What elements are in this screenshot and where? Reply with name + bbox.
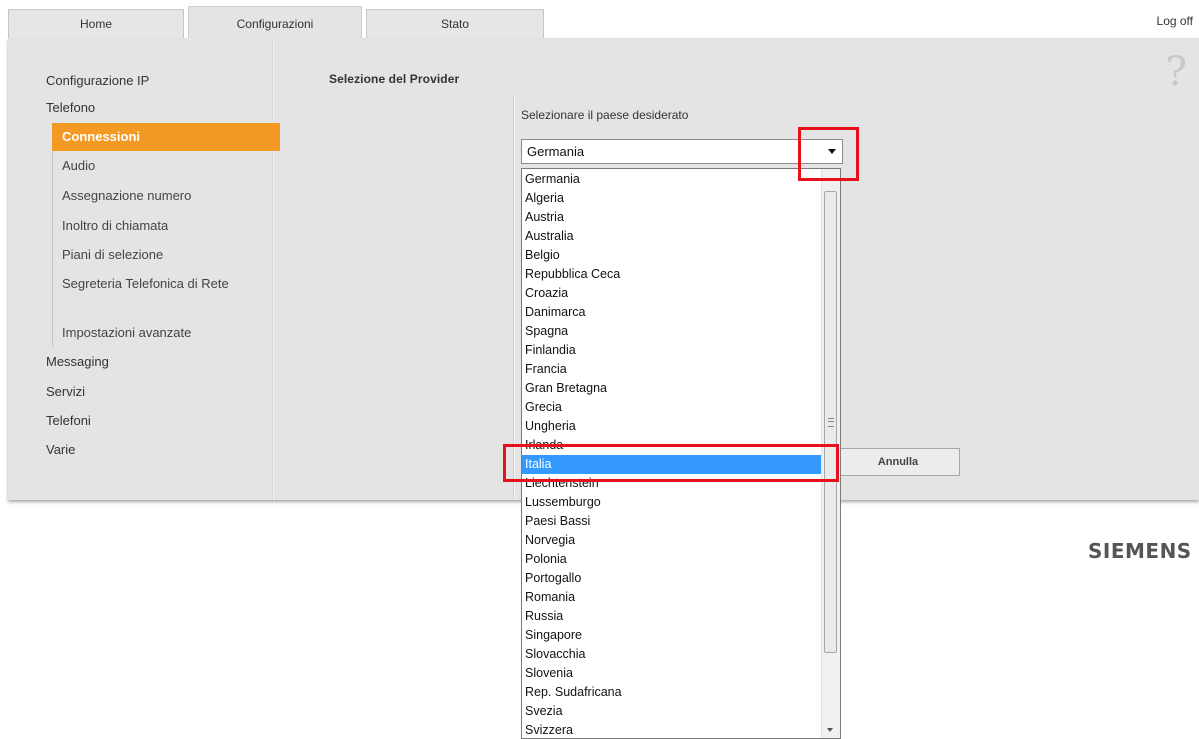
- dropdown-option[interactable]: Italia: [522, 455, 821, 474]
- dropdown-option[interactable]: Danimarca: [522, 303, 821, 322]
- tab-home[interactable]: Home: [8, 9, 184, 38]
- dropdown-option[interactable]: Belgio: [522, 246, 821, 265]
- tab-configurazioni[interactable]: Configurazioni: [188, 6, 362, 39]
- country-select-value: Germania: [527, 144, 585, 159]
- dropdown-option[interactable]: Romania: [522, 588, 821, 607]
- dropdown-option[interactable]: Paesi Bassi: [522, 512, 821, 531]
- dropdown-option[interactable]: Algeria: [522, 189, 821, 208]
- sidebar-item-telefono[interactable]: Telefono: [46, 100, 95, 115]
- dropdown-option[interactable]: Austria: [522, 208, 821, 227]
- dropdown-option[interactable]: Lussemburgo: [522, 493, 821, 512]
- dropdown-option[interactable]: Francia: [522, 360, 821, 379]
- scroll-down-icon[interactable]: [827, 728, 833, 732]
- dropdown-option[interactable]: Russia: [522, 607, 821, 626]
- dropdown-option[interactable]: Slovacchia: [522, 645, 821, 664]
- dropdown-option[interactable]: Repubblica Ceca: [522, 265, 821, 284]
- sidebar-item-impostazioni-avanzate[interactable]: Impostazioni avanzate: [52, 319, 280, 347]
- cancel-button[interactable]: Annulla: [836, 448, 960, 476]
- tab-stato[interactable]: Stato: [366, 9, 544, 38]
- dropdown-option[interactable]: Slovenia: [522, 664, 821, 683]
- dropdown-option[interactable]: Svizzera: [522, 721, 821, 738]
- dropdown-option[interactable]: Portogallo: [522, 569, 821, 588]
- dropdown-option[interactable]: Croazia: [522, 284, 821, 303]
- help-icon[interactable]: ?: [1166, 52, 1187, 92]
- sidebar-item-inoltro-chiamata[interactable]: Inoltro di chiamata: [52, 211, 280, 240]
- dropdown-option[interactable]: Germania: [522, 170, 821, 189]
- dropdown-option[interactable]: Grecia: [522, 398, 821, 417]
- sidebar-item-audio[interactable]: Audio: [52, 151, 280, 181]
- dropdown-option[interactable]: Singapore: [522, 626, 821, 645]
- sidebar-item-telefoni[interactable]: Telefoni: [46, 413, 91, 428]
- sidebar-item-connessioni[interactable]: Connessioni: [52, 123, 280, 151]
- sidebar-item-assegnazione-numero[interactable]: Assegnazione numero: [52, 181, 280, 211]
- dropdown-option[interactable]: Norvegia: [522, 531, 821, 550]
- sidebar-item-piani-selezione[interactable]: Piani di selezione: [52, 240, 280, 270]
- country-select[interactable]: Germania: [521, 139, 843, 164]
- dropdown-option[interactable]: Polonia: [522, 550, 821, 569]
- dropdown-option[interactable]: Liechtenstein: [522, 474, 821, 493]
- dropdown-option[interactable]: Irlanda: [522, 436, 821, 455]
- dropdown-option[interactable]: Rep. Sudafricana: [522, 683, 821, 702]
- logoff-link[interactable]: Log off: [1157, 14, 1193, 28]
- section-title: Selezione del Provider: [329, 72, 460, 86]
- dropdown-option[interactable]: Spagna: [522, 322, 821, 341]
- chevron-down-icon[interactable]: [828, 149, 836, 154]
- sidebar-item-configurazione-ip[interactable]: Configurazione IP: [46, 73, 149, 88]
- sidebar-item-varie[interactable]: Varie: [46, 442, 75, 457]
- dropdown-option[interactable]: Gran Bretagna: [522, 379, 821, 398]
- content-divider: [513, 96, 515, 500]
- country-prompt: Selezionare il paese desiderato: [521, 108, 689, 122]
- dropdown-option[interactable]: Ungheria: [522, 417, 821, 436]
- dropdown-option[interactable]: Svezia: [522, 702, 821, 721]
- dropdown-option[interactable]: Finlandia: [522, 341, 821, 360]
- siemens-logo: SIEMENS: [1088, 539, 1192, 563]
- dropdown-option[interactable]: Australia: [522, 227, 821, 246]
- country-dropdown-list[interactable]: Germania Algeria Austria Australia Belgio Rep…: [521, 168, 841, 739]
- scrollbar-thumb[interactable]: [824, 191, 837, 653]
- grip-icon: [828, 418, 834, 427]
- sidebar-item-servizi[interactable]: Servizi: [46, 384, 85, 399]
- sidebar-item-segreteria[interactable]: Segreteria Telefonica di Rete: [52, 270, 280, 319]
- dropdown-scrollbar[interactable]: [821, 169, 840, 738]
- sidebar-item-messaging[interactable]: Messaging: [46, 354, 109, 369]
